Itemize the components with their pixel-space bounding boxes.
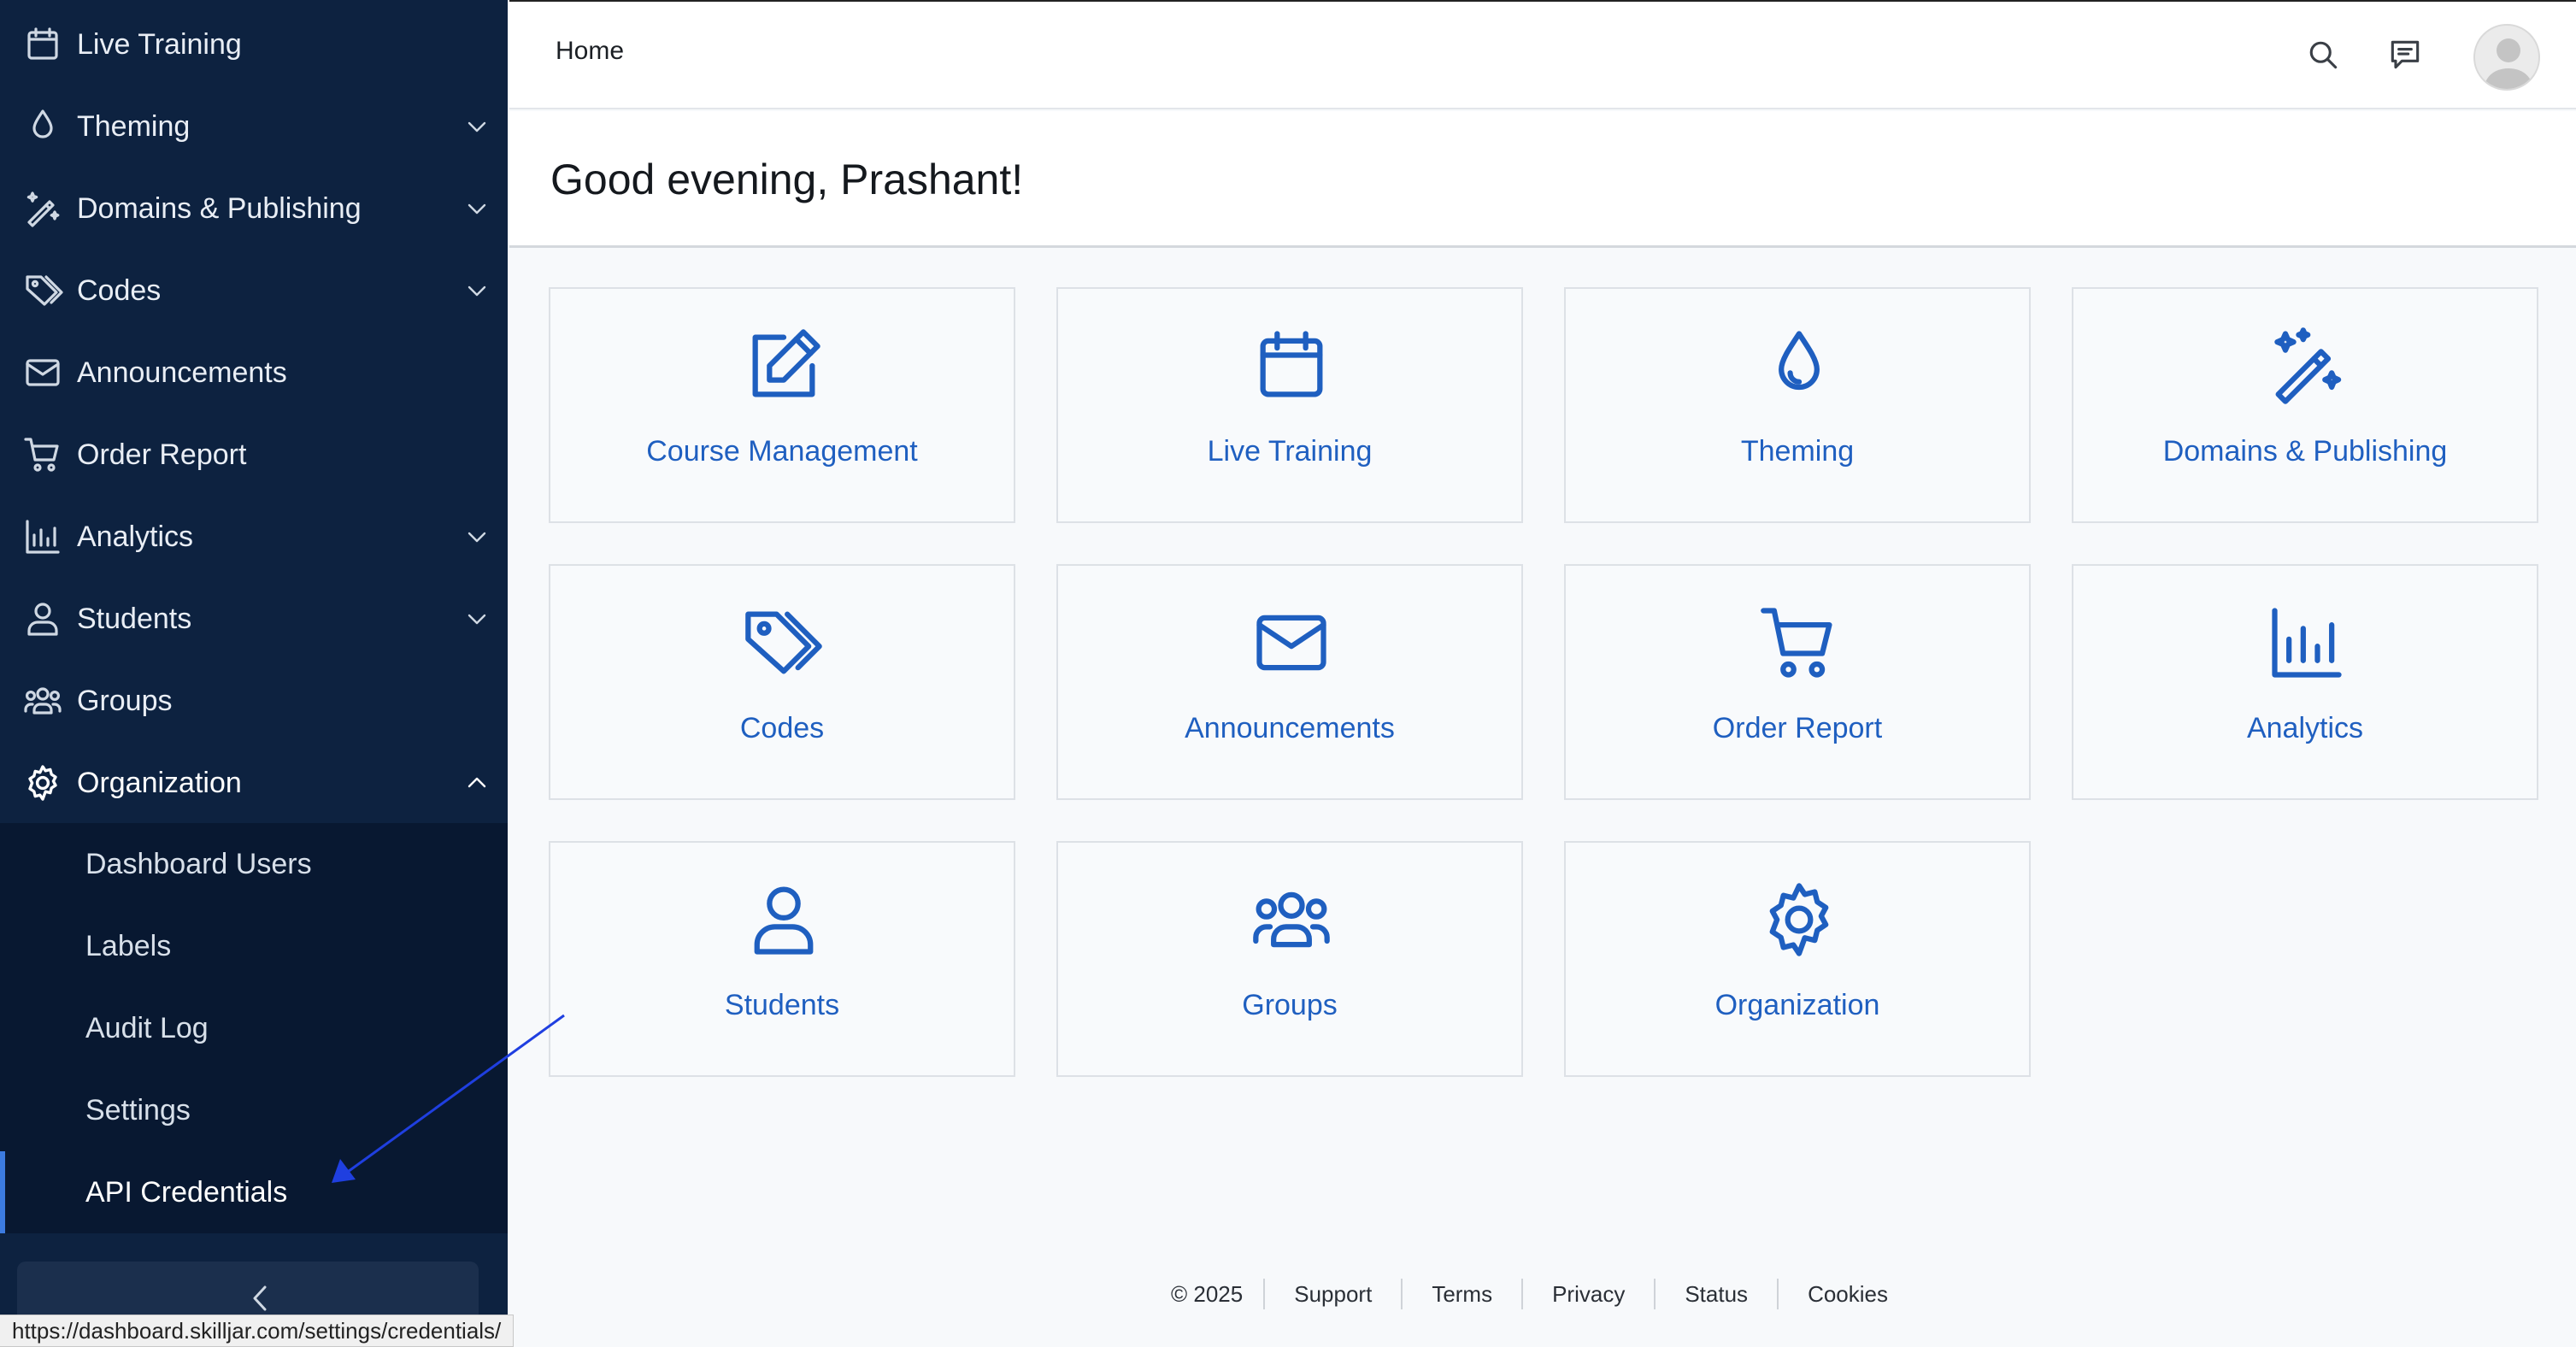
cart-icon bbox=[1756, 600, 1842, 685]
edit-icon bbox=[741, 323, 826, 409]
magic-wand-icon bbox=[22, 188, 63, 229]
tile-label: Codes bbox=[739, 712, 825, 744]
chevron-down-icon bbox=[465, 198, 489, 219]
chevron-up-icon bbox=[465, 773, 489, 793]
footer-link-cookies[interactable]: Cookies bbox=[1777, 1279, 1917, 1309]
user-icon bbox=[22, 598, 63, 639]
sidebar-item-label: Order Report bbox=[77, 438, 247, 471]
tags-icon bbox=[22, 270, 63, 311]
tile-label: Analytics bbox=[2246, 712, 2364, 744]
tile-analytics[interactable]: Analytics bbox=[2072, 564, 2538, 800]
footer-link-status[interactable]: Status bbox=[1654, 1279, 1777, 1309]
tile-label: Organization bbox=[1714, 989, 1880, 1021]
chevron-down-icon bbox=[465, 609, 489, 629]
sidebar-item-analytics[interactable]: Analytics bbox=[0, 496, 508, 578]
sidebar-item-label: Groups bbox=[77, 685, 173, 717]
tile-label: Domains & Publishing bbox=[2162, 435, 2448, 468]
sidebar-item-label: Students bbox=[77, 603, 192, 635]
sidebar-item-label: Domains & Publishing bbox=[77, 192, 362, 225]
tile-organization[interactable]: Organization bbox=[1564, 841, 2031, 1077]
footer-link-privacy[interactable]: Privacy bbox=[1521, 1279, 1654, 1309]
tile-announcements[interactable]: Announcements bbox=[1056, 564, 1523, 800]
link-status-bar: https://dashboard.skilljar.com/settings/… bbox=[0, 1315, 515, 1347]
magic-wand-icon bbox=[2264, 323, 2350, 409]
bar-chart-icon bbox=[2264, 600, 2350, 685]
sidebar-item-domains-publishing[interactable]: Domains & Publishing bbox=[0, 168, 508, 250]
chat-icon[interactable] bbox=[2386, 36, 2424, 74]
sidebar-item-students[interactable]: Students bbox=[0, 578, 508, 660]
subnav-item-label: Dashboard Users bbox=[85, 848, 312, 880]
subnav-item-label: Settings bbox=[85, 1094, 191, 1126]
subnav-item-label: Labels bbox=[85, 930, 172, 962]
sidebar-item-order-report[interactable]: Order Report bbox=[0, 414, 508, 496]
sidebar-item-codes[interactable]: Codes bbox=[0, 250, 508, 332]
top-bar: Home bbox=[509, 0, 2576, 109]
subnav-item-label: Audit Log bbox=[85, 1012, 209, 1044]
greeting-bar: Good evening, Prashant! bbox=[509, 111, 2576, 248]
tile-label: Students bbox=[724, 989, 840, 1021]
tile-label: Live Training bbox=[1207, 435, 1373, 468]
sidebar-item-organization[interactable]: Organization bbox=[0, 742, 508, 824]
page-title: Good evening, Prashant! bbox=[550, 156, 1024, 203]
sidebar-item-groups[interactable]: Groups bbox=[0, 660, 508, 742]
tile-codes[interactable]: Codes bbox=[549, 564, 1015, 800]
tile-theming[interactable]: Theming bbox=[1564, 287, 2031, 523]
subnav-item-label: API Credentials bbox=[85, 1176, 288, 1209]
sidebar-item-theming[interactable]: Theming bbox=[0, 85, 508, 168]
gear-icon bbox=[22, 762, 63, 803]
sidebar-item-label: Organization bbox=[77, 767, 242, 799]
subnav-item-labels[interactable]: Labels bbox=[0, 905, 508, 987]
chevron-down-icon bbox=[465, 280, 489, 301]
sidebar-item-live-training[interactable]: Live Training bbox=[0, 3, 508, 85]
annotation-arrow bbox=[332, 1014, 565, 1183]
tile-students[interactable]: Students bbox=[549, 841, 1015, 1077]
breadcrumb[interactable]: Home bbox=[556, 34, 624, 68]
calendar-icon bbox=[22, 24, 63, 65]
tile-label: Announcements bbox=[1185, 712, 1395, 744]
tile-domains-publishing[interactable]: Domains & Publishing bbox=[2072, 287, 2538, 523]
users-icon bbox=[1249, 877, 1334, 962]
tile-label: Groups bbox=[1242, 989, 1338, 1021]
footer: © 2025 Support Terms Privacy Status Cook… bbox=[1171, 1277, 1917, 1311]
tile-groups[interactable]: Groups bbox=[1056, 841, 1523, 1077]
subnav-item-dashboard-users[interactable]: Dashboard Users bbox=[0, 823, 508, 905]
bar-chart-icon bbox=[22, 516, 63, 557]
tags-icon bbox=[741, 600, 826, 685]
cart-icon bbox=[22, 434, 63, 475]
users-icon bbox=[22, 680, 63, 721]
tile-course-management[interactable]: Course Management bbox=[549, 287, 1015, 523]
sidebar-item-label: Analytics bbox=[77, 521, 194, 553]
user-icon bbox=[741, 877, 826, 962]
avatar[interactable] bbox=[2473, 24, 2540, 91]
sidebar-item-label: Theming bbox=[77, 110, 191, 143]
chevron-down-icon bbox=[465, 116, 489, 137]
chevron-down-icon bbox=[465, 526, 489, 547]
tile-label: Theming bbox=[1740, 435, 1855, 468]
search-icon[interactable] bbox=[2304, 36, 2342, 74]
droplet-icon bbox=[22, 106, 63, 147]
footer-link-support[interactable]: Support bbox=[1263, 1279, 1401, 1309]
tile-label: Course Management bbox=[646, 435, 918, 468]
sidebar-item-announcements[interactable]: Announcements bbox=[0, 332, 508, 414]
footer-link-terms[interactable]: Terms bbox=[1401, 1279, 1521, 1309]
calendar-icon bbox=[1249, 323, 1334, 409]
envelope-icon bbox=[1249, 600, 1334, 685]
envelope-icon bbox=[22, 352, 63, 393]
gear-icon bbox=[1756, 877, 1842, 962]
tile-live-training[interactable]: Live Training bbox=[1056, 287, 1523, 523]
sidebar-item-label: Codes bbox=[77, 274, 162, 307]
tile-label: Order Report bbox=[1712, 712, 1883, 744]
sidebar-item-label: Announcements bbox=[77, 356, 287, 389]
tile-order-report[interactable]: Order Report bbox=[1564, 564, 2031, 800]
chevron-left-icon bbox=[253, 1285, 267, 1311]
droplet-icon bbox=[1756, 323, 1842, 409]
copyright: © 2025 bbox=[1171, 1281, 1244, 1307]
sidebar-item-label: Live Training bbox=[77, 28, 242, 61]
